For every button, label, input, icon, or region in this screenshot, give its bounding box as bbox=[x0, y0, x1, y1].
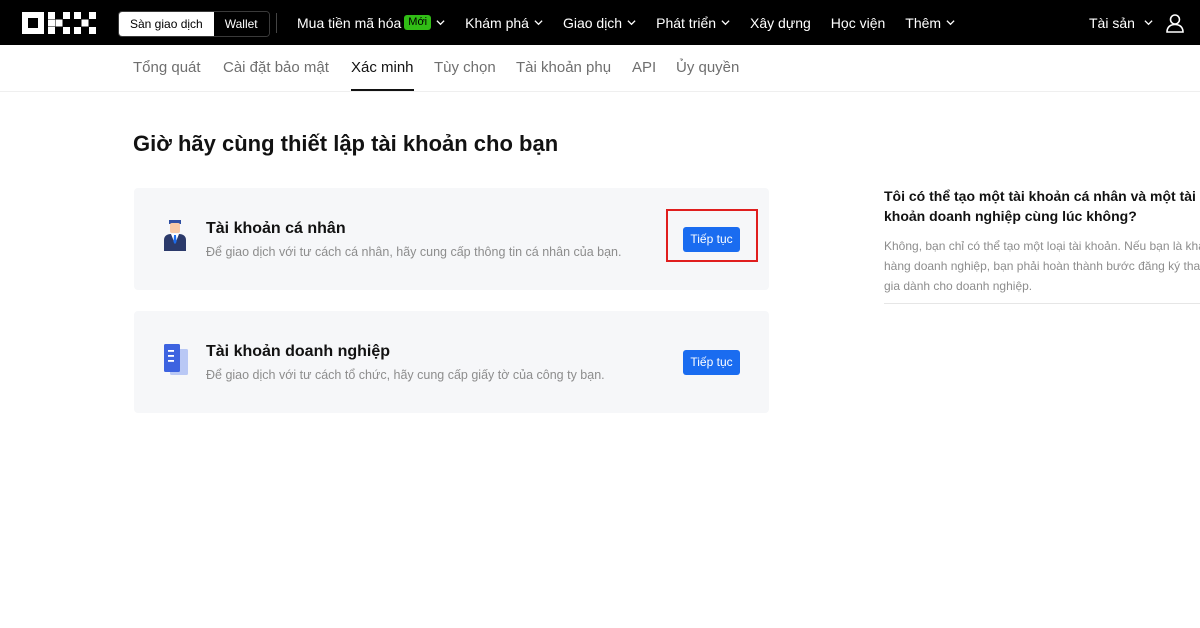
tab-preferences[interactable]: Tùy chọn bbox=[434, 45, 496, 91]
assets-menu[interactable]: Tài sản bbox=[1089, 0, 1153, 45]
nav-trade[interactable]: Giao dịch bbox=[563, 15, 636, 31]
chevron-down-icon bbox=[946, 20, 955, 26]
card-description: Để giao dịch với tư cách cá nhân, hãy cu… bbox=[206, 245, 622, 259]
nav-more-label: Thêm bbox=[905, 14, 942, 31]
chevron-down-icon bbox=[721, 20, 730, 26]
new-badge: Mới bbox=[404, 15, 432, 30]
exchange-toggle[interactable]: Sàn giao dịch bbox=[119, 12, 214, 36]
nav-more[interactable]: Thêm bbox=[905, 15, 955, 31]
nav-trade-label: Giao dịch bbox=[562, 14, 623, 31]
card-title: Tài khoản cá nhân bbox=[206, 220, 346, 237]
tab-subaccounts[interactable]: Tài khoản phụ bbox=[516, 45, 611, 91]
nav-learn-label: Học viện bbox=[830, 14, 886, 31]
highlight-box bbox=[666, 209, 758, 262]
chevron-down-icon bbox=[534, 20, 543, 26]
assets-label: Tài sản bbox=[1089, 14, 1135, 31]
header-divider bbox=[276, 13, 277, 33]
faq-answer: Không, bạn chỉ có thể tạo một loại tài k… bbox=[884, 239, 1200, 293]
top-navigation-bar: Sàn giao dịch Wallet Mua tiền mã hóa Mới… bbox=[0, 0, 1200, 45]
tab-authorization[interactable]: Ủy quyền bbox=[676, 45, 739, 91]
nav-build-label: Xây dựng bbox=[750, 14, 811, 31]
card-description: Để giao dịch với tư cách tổ chức, hãy cu… bbox=[206, 368, 605, 382]
card-title: Tài khoản doanh nghiệp bbox=[206, 343, 390, 360]
tab-security[interactable]: Cài đặt bảo mật bbox=[223, 45, 329, 91]
chevron-down-icon bbox=[1144, 20, 1153, 26]
tab-verification[interactable]: Xác minh bbox=[351, 45, 414, 91]
faq-question: Tôi có thể tạo một tài khoản cá nhân và … bbox=[884, 188, 1196, 224]
account-subnav: Tổng quát Cài đặt bảo mật Xác minh Tùy c… bbox=[0, 45, 1200, 92]
tab-api[interactable]: API bbox=[632, 45, 656, 91]
business-account-card: Tài khoản doanh nghiệp Để giao dịch với … bbox=[134, 311, 769, 413]
user-icon[interactable] bbox=[1165, 13, 1185, 33]
tab-overview[interactable]: Tổng quát bbox=[133, 45, 201, 91]
nav-discover-label: Khám phá bbox=[465, 14, 529, 31]
okx-logo[interactable] bbox=[22, 12, 96, 34]
continue-business-button[interactable]: Tiếp tục bbox=[683, 350, 740, 375]
chevron-down-icon bbox=[436, 20, 445, 26]
nav-learn[interactable]: Học viện bbox=[831, 15, 885, 31]
wallet-toggle[interactable]: Wallet bbox=[213, 12, 269, 36]
page-title: Giờ hãy cùng thiết lập tài khoản cho bạn bbox=[133, 131, 559, 156]
nav-grow-label: Phát triển bbox=[656, 14, 717, 31]
main-nav: Mua tiền mã hóa Mới Khám phá Giao dịch P… bbox=[297, 0, 955, 45]
nav-build[interactable]: Xây dựng bbox=[750, 15, 811, 31]
nav-discover[interactable]: Khám phá bbox=[465, 15, 543, 31]
faq-panel: Tôi có thể tạo một tài khoản cá nhân và … bbox=[884, 186, 1200, 304]
nav-buy-crypto-label: Mua tiền mã hóa bbox=[297, 14, 402, 31]
chevron-down-icon bbox=[627, 20, 636, 26]
platform-switch: Sàn giao dịch Wallet bbox=[118, 11, 270, 37]
document-icon bbox=[164, 344, 188, 375]
nav-grow[interactable]: Phát triển bbox=[656, 15, 730, 31]
nav-buy-crypto[interactable]: Mua tiền mã hóa Mới bbox=[297, 15, 445, 31]
person-icon bbox=[164, 220, 186, 251]
